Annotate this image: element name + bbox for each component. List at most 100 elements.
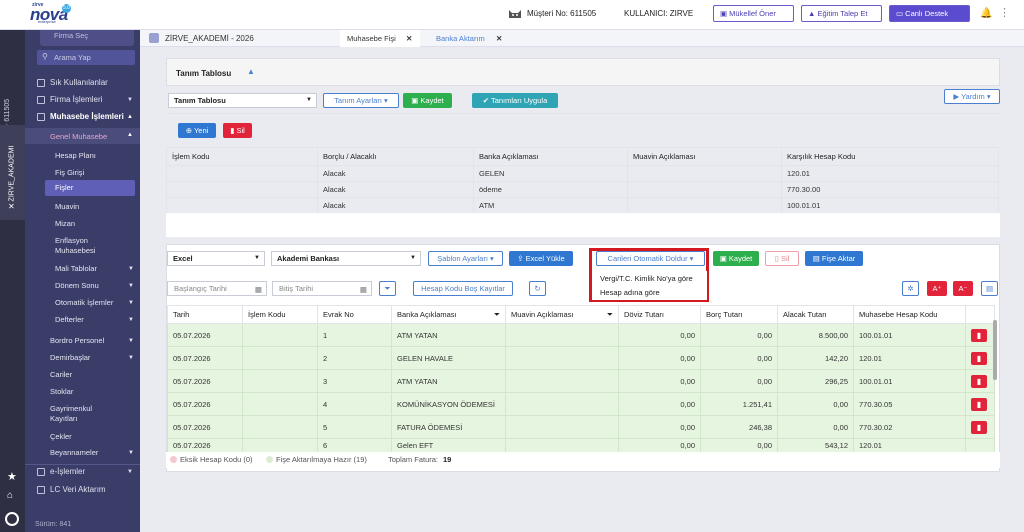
calendar-icon[interactable]: ▦ [360,283,367,296]
tanim-ayarlari-button[interactable]: Tanım Ayarları ▾ [323,93,399,108]
column-header[interactable]: Borçlu / Alacaklı [317,147,474,166]
table-row[interactable]: 05.07.2026 5 FATURA ÖDEMESİ 0,00 246,38 0,00 7… [167,415,995,439]
bitis-tarihi-input[interactable]: Bitiş Tarihi ▦ [272,281,372,296]
column-header[interactable]: Muavin Açıklaması [627,147,782,166]
column-header[interactable]: Döviz Tutarı [618,305,701,324]
tab-banka-aktarim[interactable]: Banka Aktarım ✕ [430,30,510,47]
egitim-talep-button[interactable]: ▲ Eğitim Talep Et [801,5,882,22]
bank-icon[interactable]: ⌂ [7,490,13,501]
sidebar-sub-donem-sonu[interactable]: Dönem Sonu ▼ [55,281,134,291]
sidebar-item-gayrimenkul[interactable]: Gayrimenkul Kayıtları [50,404,110,424]
banka-select[interactable]: Akademi Bankası ▼ [271,251,421,266]
delete-row-icon[interactable]: ▮ [971,420,987,434]
sidebar-sub-defterler[interactable]: Defterler ▼ [55,315,134,325]
column-header[interactable]: Tarih [167,305,243,324]
delete-row-icon[interactable]: ▮ [971,328,987,342]
sidebar-item-bordro[interactable]: Bordro Personel ▼ [50,336,134,346]
mukellef-oner-button[interactable]: ▣ Mükellef Öner [713,5,794,22]
column-header[interactable]: Banka Açıklaması [473,147,628,166]
scrollbar[interactable] [993,320,997,380]
hesap-kodu-bos-button[interactable]: Hesap Kodu Boş Kayıtlar [413,281,513,296]
sidebar-item-sik-kullanilanlar[interactable]: Sık Kullanılanlar [25,75,140,91]
sidebar-item-beyannameler[interactable]: Beyannameler ▼ [50,448,134,458]
sidebar-sub-enflasyon[interactable]: Enflasyon Muhasebesi [55,236,125,256]
aktar-sil-button[interactable]: ▯ Sil [765,251,799,266]
firma-sec-button[interactable]: Firma Seç [40,30,134,46]
table-row[interactable]: 05.07.2026 6 Gelen EFT 0,00 0,00 543,12 120.01 [167,438,995,453]
column-header[interactable]: Banka Açıklaması ⏷ [391,305,506,324]
table-row[interactable]: 05.07.2026 4 KOMÜNİKASYON ÖDEMESİ 0,00 1.251… [167,392,995,416]
yardim-button[interactable]: ▶ Yardım ▾ [944,89,1000,104]
yeni-button[interactable]: ⊕ Yeni [178,123,216,138]
filter-icon[interactable]: ⏷ [494,310,500,320]
filter-icon[interactable]: ⏷ [607,310,613,320]
close-icon[interactable]: ✕ [496,30,502,47]
sidebar-search[interactable]: ⚲ Arama Yap [37,50,135,65]
sidebar-sub-fisler[interactable]: Fişler [45,180,135,196]
settings-gear-icon[interactable]: ✲ [902,281,919,296]
sidebar-item-firma-islemleri[interactable]: Firma İşlemleri ▼ [25,92,140,108]
file-icon[interactable]: ▤ [981,281,998,296]
table-row[interactable]: Alacak ATM 100.01.01 [166,197,999,214]
dropdown-item-vergi[interactable]: Vergi/T.C. Kimlik No'ya göre [600,274,693,283]
close-icon[interactable]: ✕ [8,202,15,211]
baslangic-tarihi-input[interactable]: Başlangıç Tarihi ▦ [167,281,267,296]
chat-icon: ▭ [896,9,906,18]
excel-yukle-button[interactable]: ⇪ Excel Yükle [509,251,573,266]
sil-button[interactable]: ▮ Sil [223,123,252,138]
column-header[interactable]: Muhasebe Hesap Kodu [853,305,966,324]
calendar-icon[interactable]: ▦ [255,283,262,296]
dropdown-item-hesap-adi[interactable]: Hesap adına göre [600,288,660,297]
sidebar-sub-hesap-plani[interactable]: Hesap Planı [55,151,96,161]
table-row[interactable]: Alacak GELEN 120.01 [166,165,999,182]
star-icon[interactable]: ★ [7,470,17,483]
sidebar-sub-otomatik-islemler[interactable]: Otomatik İşlemler ▼ [55,298,134,308]
bell-icon[interactable]: 🔔 [980,8,992,19]
sablon-ayarlari-button[interactable]: Şablon Ayarları ▾ [428,251,503,266]
sidebar-sub-mali-tablolar[interactable]: Mali Tablolar ▼ [55,264,134,274]
filter-icon[interactable]: ⏷ [379,281,396,296]
column-header[interactable]: Muavin Açıklaması ⏷ [505,305,619,324]
column-header[interactable]: Alacak Tutarı [777,305,854,324]
column-header[interactable]: Borç Tutarı [700,305,778,324]
aktar-kaydet-button[interactable]: ▣ Kaydet [713,251,759,266]
table-row[interactable]: 05.07.2026 1 ATM YATAN 0,00 0,00 8.500,00 100.… [167,323,995,347]
sidebar-sub-mizan[interactable]: Mizan [55,219,75,229]
close-icon[interactable]: ✕ [406,30,412,47]
delete-row-icon[interactable]: ▮ [971,351,987,365]
fise-aktar-button[interactable]: ▤ Fişe Aktar [805,251,863,266]
canli-destek-button[interactable]: ▭ Canlı Destek [889,5,970,22]
sidebar-item-cekler[interactable]: Çekler [50,432,72,442]
sidebar-item-demirbaslar[interactable]: Demirbaşlar ▼ [50,353,134,363]
sidebar-item-e-islemler[interactable]: e-İşlemler ▼ [25,464,140,480]
search-input: Arama Yap [54,53,91,62]
tanim-select[interactable]: Tanım Tablosu ▼ [168,93,317,108]
more-vertical-icon[interactable]: ⋮ [999,6,1010,19]
dosya-tipi-select[interactable]: Excel ▼ [167,251,265,266]
column-header[interactable]: İşlem Kodu [242,305,318,324]
sidebar-sub-muavin[interactable]: Muavin [55,202,79,212]
delete-row-icon[interactable]: ▮ [971,397,987,411]
font-decrease-icon[interactable]: A⁻ [953,281,973,296]
sidebar-item-cariler[interactable]: Cariler [50,370,72,380]
gear-icon[interactable] [5,512,19,526]
sidebar-group-genel-muhasebe[interactable]: Genel Muhasebe ▲ [25,128,140,144]
column-header[interactable]: Evrak No [317,305,392,324]
tab-muhasebe-fisi[interactable]: Muhasebe Fişi ✕ [340,30,420,47]
delete-row-icon[interactable]: ▮ [971,374,987,388]
sidebar-item-lc-veri[interactable]: LC Veri Aktarım [25,482,140,498]
table-row[interactable]: 05.07.2026 3 ATM YATAN 0,00 0,00 296,25 100.01… [167,369,995,393]
refresh-icon[interactable]: ↻ [529,281,546,296]
column-header[interactable]: Karşılık Hesap Kodu [781,147,999,166]
logo[interactable]: zirve nova 5.0 enterprise [28,2,74,24]
caret-up-icon[interactable]: ▲ [247,67,255,76]
sidebar-sub-fis-girisi[interactable]: Fiş Girişi [55,168,84,178]
sidebar-item-muhasebe-islemleri[interactable]: Muhasebe İşlemleri ▲ [25,109,140,125]
font-increase-icon[interactable]: A⁺ [927,281,947,296]
table-row[interactable]: 05.07.2026 2 GELEN HAVALE 0,00 0,00 142,20 120… [167,346,995,370]
column-header[interactable]: İşlem Kodu [166,147,318,166]
sidebar-item-stoklar[interactable]: Stoklar [50,387,73,397]
tanimlari-uygula-button[interactable]: ✔ Tanımları Uygula [472,93,558,108]
tanim-kaydet-button[interactable]: ▣ Kaydet [403,93,452,108]
table-row[interactable]: Alacak ödeme 770.30.00 [166,181,999,198]
